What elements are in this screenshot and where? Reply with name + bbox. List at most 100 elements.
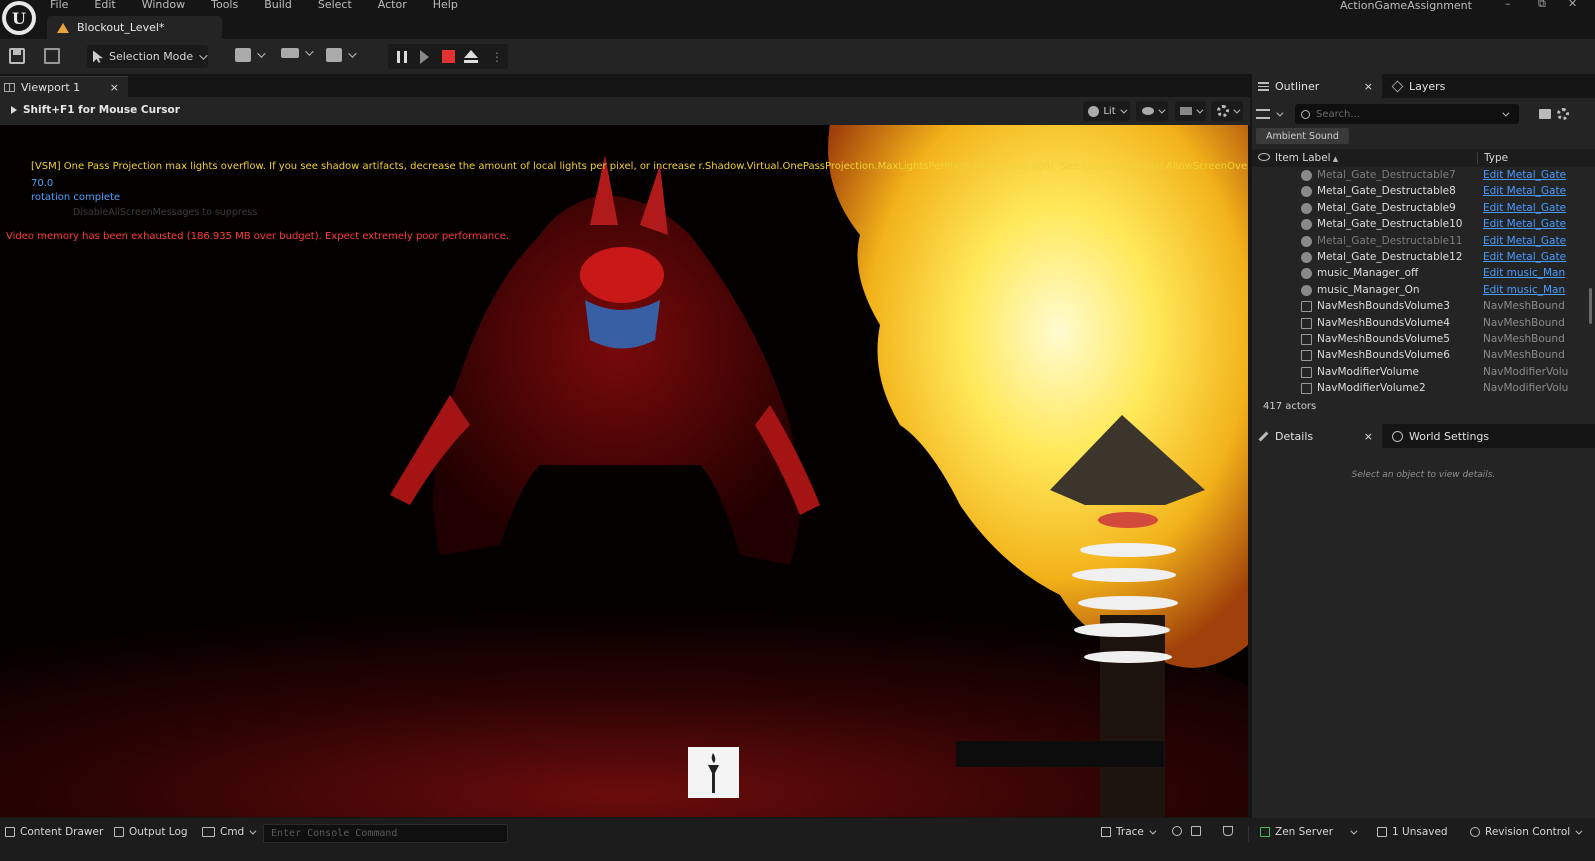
close-tab-icon[interactable]: × [1364, 430, 1373, 443]
close-tab-icon[interactable]: × [1364, 80, 1373, 93]
view-mode-dropdown[interactable]: Lit [1083, 101, 1130, 121]
outliner-scrollbar[interactable] [1589, 288, 1592, 324]
menu-help[interactable]: Help [433, 0, 458, 12]
viewport-settings-dropdown[interactable] [1211, 101, 1243, 121]
menu-build[interactable]: Build [264, 0, 292, 12]
table-row[interactable]: NavModifierVolume NavModifierVolu [1252, 364, 1595, 380]
hourglass-icon [1223, 826, 1233, 836]
screenshot-button[interactable] [1191, 826, 1201, 836]
blueprint-dropdown[interactable] [281, 47, 314, 58]
chevron-down-icon [257, 49, 266, 58]
blueprint-icon [281, 48, 299, 58]
visibility-eye-icon[interactable] [1258, 153, 1270, 161]
table-row[interactable]: Metal_Gate_Destructable10 Edit Metal_Gate [1252, 216, 1595, 232]
row-type-link[interactable]: Edit music_Man [1483, 284, 1595, 296]
tab-details[interactable]: Details × [1252, 424, 1382, 448]
settings-gear-icon[interactable] [1557, 108, 1569, 120]
table-row[interactable]: music_Manager_off Edit music_Man [1252, 265, 1595, 281]
column-item-label[interactable]: Item Label [1275, 152, 1338, 164]
table-row[interactable]: Metal_Gate_Destructable12 Edit Metal_Gate [1252, 249, 1595, 265]
table-row[interactable]: NavMeshBoundsVolume5 NavMeshBound [1252, 331, 1595, 347]
details-empty-text: Select an object to view details. [1351, 470, 1496, 480]
tab-outliner[interactable]: Outliner × [1252, 74, 1382, 98]
content-browser-icon[interactable] [44, 48, 60, 64]
table-row[interactable]: NavMeshBoundsVolume3 NavMeshBound [1252, 298, 1595, 314]
filter-chip-ambient-sound[interactable]: Ambient Sound [1256, 128, 1349, 144]
close-tab-icon[interactable]: × [110, 81, 119, 94]
row-type-link[interactable]: Edit Metal_Gate [1483, 218, 1595, 230]
selection-mode-dropdown[interactable]: Selection Mode [87, 45, 208, 68]
outliner-icon [1258, 81, 1269, 91]
actor-sphere-icon [1301, 202, 1312, 214]
console-box[interactable] [263, 824, 508, 843]
table-row[interactable]: Metal_Gate_Destructable11 Edit Metal_Gate [1252, 233, 1595, 249]
tab-world-settings[interactable]: World Settings [1382, 424, 1489, 448]
actor-sphere-icon [1301, 186, 1312, 198]
chevron-down-icon [1350, 827, 1358, 835]
row-type-link[interactable]: Edit Metal_Gate [1483, 185, 1595, 197]
close-window-button[interactable]: ✕ [1568, 0, 1577, 10]
viewport-tab-label: Viewport 1 [21, 80, 81, 94]
viewport-render[interactable]: [VSM] One Pass Projection max lights ove… [0, 125, 1248, 817]
menu-actor[interactable]: Actor [378, 0, 407, 12]
terminal-icon [202, 827, 215, 837]
table-row[interactable]: music_Manager_On Edit music_Man [1252, 282, 1595, 298]
show-flags-dropdown[interactable] [1136, 101, 1168, 121]
table-row[interactable]: NavMeshBoundsVolume6 NavMeshBound [1252, 347, 1595, 363]
outliner-tab-bar: Outliner × Layers [1252, 74, 1595, 98]
tab-layers[interactable]: Layers [1382, 74, 1445, 98]
console-command-input[interactable] [264, 825, 507, 842]
table-row[interactable]: Metal_Gate_Destructable8 Edit Metal_Gate [1252, 183, 1595, 199]
performance-dropdown[interactable] [1175, 101, 1206, 121]
add-actor-dropdown[interactable] [235, 48, 266, 62]
row-type-link[interactable]: Edit Metal_Gate [1483, 235, 1595, 247]
menu-file[interactable]: File [50, 0, 68, 12]
zen-server-dropdown[interactable]: Zen Server [1260, 826, 1358, 838]
row-type-link[interactable]: Edit Metal_Gate [1483, 169, 1595, 181]
menu-select[interactable]: Select [318, 0, 352, 12]
outliner-search-input[interactable] [1316, 108, 1496, 120]
unreal-logo-icon[interactable]: U [2, 1, 36, 35]
pause-icon[interactable] [397, 51, 407, 63]
menu-edit[interactable]: Edit [94, 0, 115, 12]
actor-sphere-icon [1301, 219, 1312, 231]
filter-icon[interactable] [1256, 109, 1270, 119]
restore-button[interactable]: ⧉ [1538, 0, 1546, 11]
output-log-button[interactable]: Output Log [114, 826, 188, 838]
document-tab-blockout-level[interactable]: Blockout_Level* [47, 16, 222, 39]
outliner-search-row [1256, 103, 1591, 125]
table-row[interactable]: Metal_Gate_Destructable7 Edit Metal_Gate [1252, 167, 1595, 183]
minimize-button[interactable]: – [1505, 0, 1511, 10]
content-drawer-button[interactable]: Content Drawer [5, 826, 103, 838]
cmd-dropdown[interactable]: Cmd [202, 826, 257, 838]
chevron-down-icon[interactable] [1276, 109, 1284, 117]
add-folder-icon[interactable] [1539, 109, 1551, 119]
row-type-link[interactable]: Edit Metal_Gate [1483, 251, 1595, 263]
add-actor-icon [235, 48, 251, 62]
row-type-link[interactable]: Edit music_Man [1483, 267, 1595, 279]
outliner-search-box[interactable] [1295, 104, 1519, 124]
menu-tools[interactable]: Tools [211, 0, 238, 12]
stop-icon[interactable] [442, 50, 455, 63]
cinematics-dropdown[interactable] [326, 48, 357, 62]
chevron-down-icon[interactable] [1502, 109, 1510, 117]
table-row[interactable]: NavMeshBoundsVolume4 NavMeshBound [1252, 315, 1595, 331]
tab-viewport-1[interactable]: Viewport 1 × [0, 76, 128, 97]
row-type-link[interactable]: Edit Metal_Gate [1483, 202, 1595, 214]
unsaved-button[interactable]: 1 Unsaved [1377, 826, 1448, 838]
hourglass-button[interactable] [1223, 826, 1233, 836]
table-row[interactable]: NavModifierVolume2 NavModifierVolu [1252, 380, 1595, 395]
unsaved-label: 1 Unsaved [1392, 826, 1448, 838]
trace-dropdown[interactable]: Trace [1101, 826, 1157, 838]
eject-icon[interactable] [464, 50, 478, 63]
revision-control-dropdown[interactable]: Revision Control [1470, 826, 1583, 838]
record-button[interactable] [1172, 826, 1182, 836]
row-item-label: NavModifierVolume [1317, 365, 1420, 378]
frame-step-icon[interactable] [420, 50, 429, 64]
column-type[interactable]: Type [1477, 152, 1508, 164]
more-options-icon[interactable]: ⋮ [491, 50, 503, 64]
menu-window[interactable]: Window [142, 0, 185, 12]
table-row[interactable]: Metal_Gate_Destructable9 Edit Metal_Gate [1252, 200, 1595, 216]
mouse-cursor-hint[interactable]: Shift+F1 for Mouse Cursor [11, 104, 180, 116]
save-icon[interactable] [9, 48, 25, 64]
